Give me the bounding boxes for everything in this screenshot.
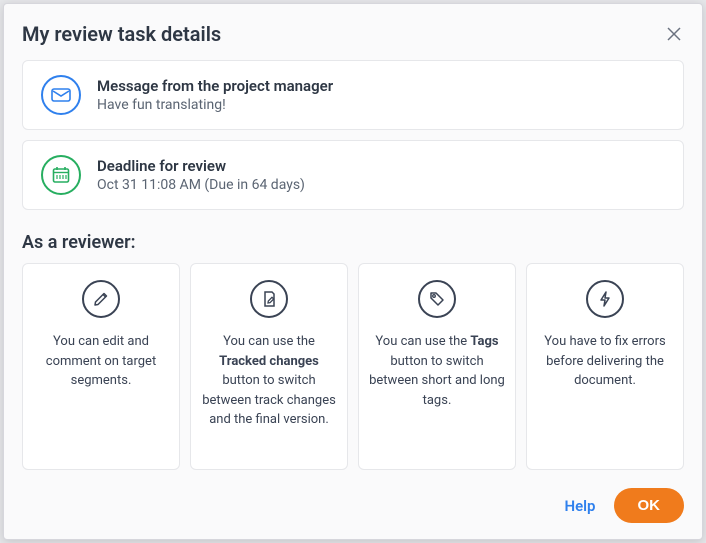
review-task-dialog: My review task details Message from the …: [3, 3, 703, 540]
dialog-header: My review task details: [22, 22, 684, 46]
close-button[interactable]: [664, 24, 684, 44]
help-link[interactable]: Help: [564, 497, 595, 515]
pencil-icon: [82, 280, 120, 318]
calendar-icon: [41, 155, 81, 195]
dialog-footer: Help OK: [22, 488, 684, 523]
tip-fix-errors: You have to fix errors before delivering…: [526, 263, 684, 470]
message-text: Message from the project manager Have fu…: [97, 77, 665, 113]
tip-edit-text: You can edit and comment on target segme…: [33, 332, 169, 391]
tracked-changes-icon: [250, 280, 288, 318]
reviewer-section-label: As a reviewer:: [22, 232, 684, 253]
ok-button[interactable]: OK: [614, 488, 685, 523]
tip-edit: You can edit and comment on target segme…: [22, 263, 180, 470]
lightning-icon: [586, 280, 624, 318]
tip-tags-text: You can use the Tags button to switch be…: [369, 332, 505, 410]
deadline-text: Deadline for review Oct 31 11:08 AM (Due…: [97, 157, 665, 193]
tag-icon: [418, 280, 456, 318]
message-body: Have fun translating!: [97, 97, 665, 113]
deadline-card: Deadline for review Oct 31 11:08 AM (Due…: [22, 140, 684, 210]
message-title: Message from the project manager: [97, 77, 665, 95]
tips-row: You can edit and comment on target segme…: [22, 263, 684, 470]
tip-tags: You can use the Tags button to switch be…: [358, 263, 516, 470]
tip-fix-text: You have to fix errors before delivering…: [537, 332, 673, 391]
envelope-icon: [41, 75, 81, 115]
tip-tracked-changes: You can use the Tracked changes button t…: [190, 263, 348, 470]
tip-tracked-text: You can use the Tracked changes button t…: [201, 332, 337, 430]
dialog-title: My review task details: [22, 22, 221, 46]
deadline-title: Deadline for review: [97, 157, 665, 175]
deadline-body: Oct 31 11:08 AM (Due in 64 days): [97, 177, 665, 193]
message-card: Message from the project manager Have fu…: [22, 60, 684, 130]
close-icon: [667, 27, 681, 41]
